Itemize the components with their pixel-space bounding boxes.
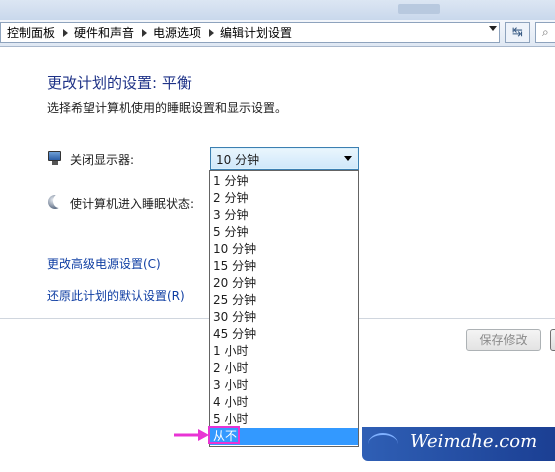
dropdown-option[interactable]: 30 分钟 (210, 309, 358, 326)
dropdown-option[interactable]: 4 小时 (210, 394, 358, 411)
dropdown-option[interactable]: 25 分钟 (210, 292, 358, 309)
dropdown-option[interactable]: 20 分钟 (210, 275, 358, 292)
breadcrumb-item-hardware-sound[interactable]: 硬件和声音 (68, 24, 134, 41)
search-icon: ⌕ (542, 25, 549, 39)
moon-icon (47, 194, 65, 210)
search-input[interactable]: ⌕ (535, 22, 555, 43)
sleep-label: 使计算机进入睡眠状态: (70, 197, 195, 211)
display-off-select-value: 10 分钟 (216, 153, 260, 167)
dropdown-option[interactable]: 2 分钟 (210, 190, 358, 207)
address-history-dropdown-icon[interactable] (489, 26, 497, 31)
page-title: 更改计划的设置: 平衡 (47, 74, 192, 92)
advanced-power-settings-link[interactable]: 更改高级电源设置(C) (47, 255, 161, 272)
chevron-down-icon (344, 156, 352, 161)
display-off-select[interactable]: 10 分钟 (210, 147, 359, 170)
dropdown-option[interactable]: 1 小时 (210, 343, 358, 360)
dropdown-option[interactable]: 10 分钟 (210, 241, 358, 258)
dropdown-option[interactable]: 45 分钟 (210, 326, 358, 343)
address-bar: 控制面板 硬件和声音 电源选项 编辑计划设置 ↹ ⌕ (0, 20, 555, 47)
watermark-text: Weimahe.com (410, 431, 538, 452)
watermark-logo: Weimahe.com (362, 427, 555, 461)
refresh-icon: ↹ (512, 25, 523, 40)
monitor-icon (47, 150, 63, 166)
restore-defaults-link[interactable]: 还原此计划的默认设置(R) (47, 287, 185, 304)
blurred-caption (398, 4, 440, 14)
breadcrumb-item-control-panel[interactable]: 控制面板 (1, 24, 55, 41)
dropdown-option[interactable]: 2 小时 (210, 360, 358, 377)
window-top-strip (0, 0, 555, 20)
breadcrumb[interactable]: 控制面板 硬件和声音 电源选项 编辑计划设置 (0, 22, 500, 43)
dropdown-option[interactable]: 1 分钟 (210, 173, 358, 190)
page-description: 选择希望计算机使用的睡眠设置和显示设置。 (47, 101, 288, 115)
display-off-label: 关闭显示器: (70, 153, 135, 167)
breadcrumb-item-power-options[interactable]: 电源选项 (147, 24, 201, 41)
dropdown-option[interactable]: 5 分钟 (210, 224, 358, 241)
swirl-icon (368, 433, 398, 455)
breadcrumb-item-edit-plan[interactable]: 编辑计划设置 (214, 24, 292, 41)
annotation-highlight-box (208, 426, 240, 444)
dropdown-option[interactable]: 3 分钟 (210, 207, 358, 224)
dropdown-option[interactable]: 3 小时 (210, 377, 358, 394)
save-changes-button[interactable]: 保存修改 (466, 329, 541, 351)
dropdown-option[interactable]: 15 分钟 (210, 258, 358, 275)
annotation-arrow-icon (174, 429, 209, 441)
cancel-button[interactable] (550, 329, 555, 351)
display-off-dropdown-list[interactable]: 1 分钟 2 分钟 3 分钟 5 分钟 10 分钟 15 分钟 20 分钟 25… (209, 170, 359, 447)
refresh-button[interactable]: ↹ (505, 22, 530, 43)
